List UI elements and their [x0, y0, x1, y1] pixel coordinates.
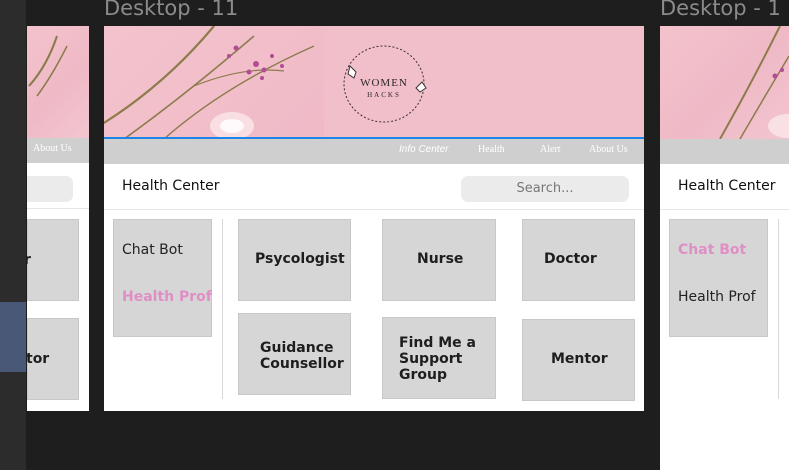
- card-label: Find Me a Support Group: [399, 335, 476, 383]
- card-mentor[interactable]: Mentor: [522, 319, 635, 401]
- nav-about-us[interactable]: About Us: [33, 143, 72, 154]
- card-label: r: [27, 252, 31, 268]
- nav-info-center[interactable]: Info Center: [399, 144, 448, 155]
- sidebar-divider: [222, 219, 223, 399]
- sidebar-divider: [778, 219, 779, 399]
- card-label: Guidance Counsellor: [260, 340, 344, 372]
- banner-image: [27, 26, 89, 138]
- header-divider: [660, 209, 789, 210]
- sidebar-item-chat-bot[interactable]: Chat Bot: [122, 242, 183, 258]
- selection-outline: [104, 26, 644, 140]
- card-label: tor: [27, 351, 50, 367]
- card-support-group[interactable]: Find Me a Support Group: [382, 317, 496, 399]
- card-partial-2[interactable]: tor: [27, 318, 79, 400]
- card-nurse[interactable]: Nurse: [382, 219, 496, 301]
- left-panel-strip: [0, 0, 26, 470]
- sidebar-item-health-prof[interactable]: Health Prof: [678, 289, 756, 305]
- branch-decoration-icon: [719, 26, 789, 139]
- card-label: Psycologist: [255, 251, 345, 267]
- left-partial-frame[interactable]: About Us r tor: [27, 26, 89, 411]
- nav-alert[interactable]: Alert: [540, 144, 561, 155]
- nav-bar: [660, 139, 789, 164]
- frame-title-main[interactable]: Desktop - 11: [104, 0, 238, 20]
- card-guidance-counsellor[interactable]: Guidance Counsellor: [238, 313, 351, 395]
- frame-title-right[interactable]: Desktop - 1: [660, 0, 781, 20]
- right-partial-frame[interactable]: Health Center Chat Bot Health Prof: [660, 26, 789, 470]
- search-input[interactable]: [27, 176, 73, 202]
- search-input[interactable]: Search...: [461, 176, 629, 202]
- main-frame[interactable]: WOMEN HACKS Info Center Health Alert Abo…: [104, 26, 644, 411]
- card-label: Doctor: [544, 251, 597, 267]
- card-doctor[interactable]: Doctor: [522, 219, 635, 301]
- header-divider: [27, 208, 89, 209]
- left-panel-selected-item[interactable]: [0, 302, 26, 372]
- branch-decoration-icon: [28, 35, 68, 97]
- card-partial-1[interactable]: r: [27, 219, 79, 301]
- sidebar-item-chat-bot[interactable]: Chat Bot: [678, 242, 746, 258]
- nav-bar: About Us: [27, 138, 89, 163]
- card-label: Mentor: [551, 351, 608, 367]
- card-psycologist[interactable]: Psycologist: [238, 219, 351, 301]
- sidebar-panel: [113, 219, 212, 337]
- banner-image: [660, 26, 789, 139]
- nav-health[interactable]: Health: [478, 144, 505, 155]
- sidebar-panel: [669, 219, 768, 337]
- nav-about-us[interactable]: About Us: [589, 144, 628, 155]
- header-divider: [104, 209, 644, 210]
- nav-bar: Info Center Health Alert About Us: [104, 139, 644, 164]
- card-label: Nurse: [417, 251, 464, 267]
- page-title: Health Center: [678, 178, 776, 194]
- sidebar-item-health-prof[interactable]: Health Prof: [122, 289, 212, 305]
- page-title: Health Center: [122, 178, 220, 194]
